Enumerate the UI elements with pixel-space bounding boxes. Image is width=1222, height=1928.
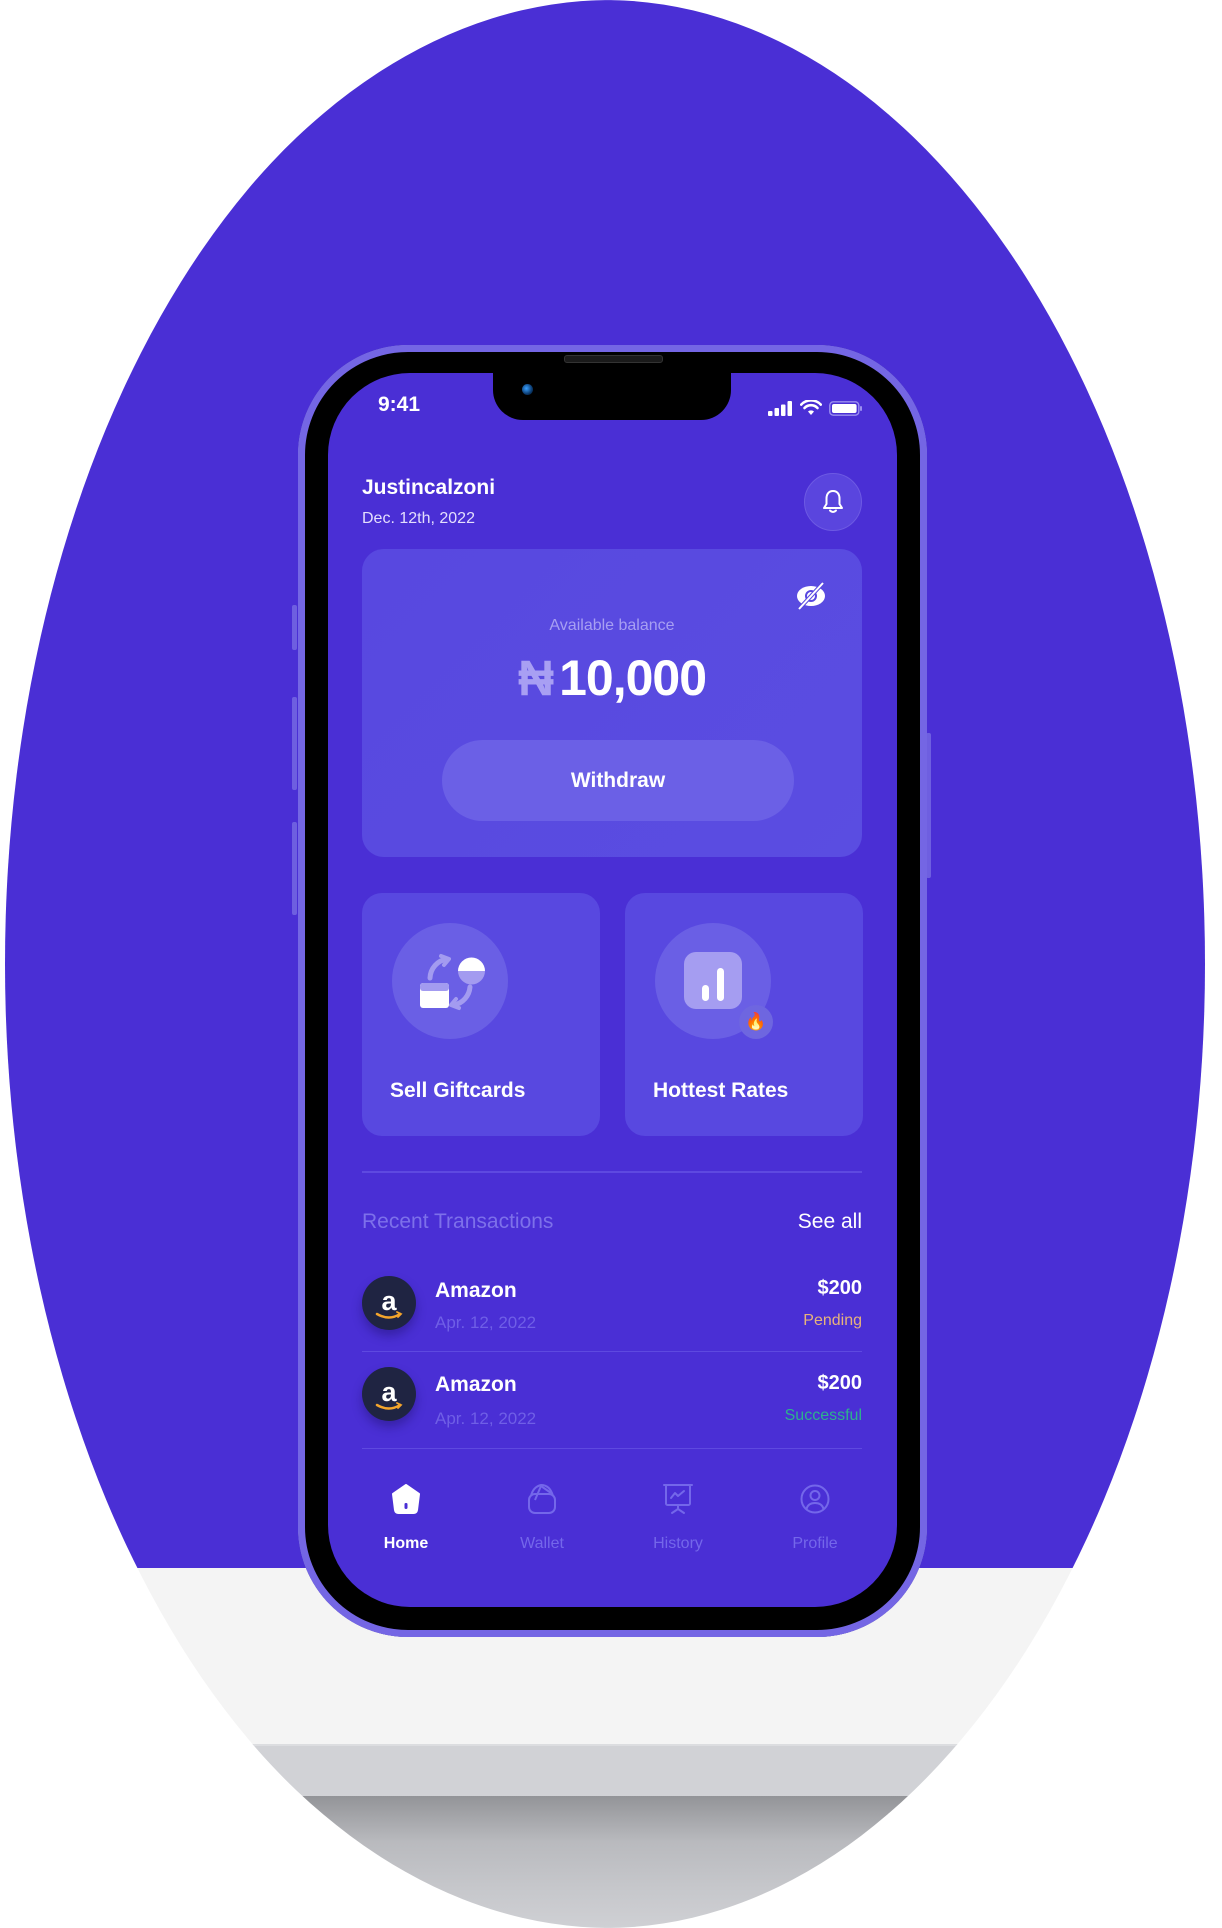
transaction-merchant: Amazon [435,1279,517,1302]
history-chart-icon [663,1484,693,1514]
hottest-rates-label: Hottest Rates [653,1079,789,1102]
phone-notch [493,373,731,420]
currency-symbol: ₦ [517,650,554,706]
nav-divider [362,1448,862,1449]
notifications-button[interactable] [804,473,862,531]
svg-text:a: a [381,1286,397,1316]
battery-icon [829,400,862,416]
hottest-rates-tile[interactable]: 🔥 Hottest Rates [625,893,863,1136]
transaction-date: Apr. 12, 2022 [435,1313,537,1332]
svg-text:a: a [381,1377,397,1407]
withdraw-button[interactable]: Withdraw [442,740,794,821]
bell-icon [823,490,843,513]
amazon-logo-icon: a [375,1286,403,1319]
toggle-balance-visibility-button[interactable] [794,579,828,613]
phone-volume-down-button [292,822,297,915]
eye-slash-icon [797,581,825,611]
balance-card: Available balance ₦ 10,000 Withdraw [362,549,862,857]
wallet-icon [528,1483,556,1514]
transaction-divider [362,1351,862,1352]
status-time: 9:41 [378,393,421,416]
transaction-status-successful: Successful [784,1407,862,1424]
signal-icon [768,400,792,416]
sell-giftcards-label: Sell Giftcards [390,1079,526,1102]
nav-history-label: History [653,1535,703,1552]
balance-amount: ₦ 10,000 [362,649,862,707]
current-date: Dec. 12th, 2022 [362,510,475,527]
transaction-amount: $200 [817,1372,863,1394]
nav-profile[interactable]: Profile [755,1483,875,1573]
merchant-avatar: a [362,1367,416,1421]
profile-icon [800,1484,830,1514]
nav-profile-label: Profile [792,1535,838,1552]
phone-camera [522,384,533,395]
wifi-icon [800,400,822,415]
giftcard-icon-circle [392,923,508,1039]
transaction-date: Apr. 12, 2022 [435,1409,537,1428]
available-balance-label: Available balance [549,617,675,634]
nav-home-label: Home [383,1535,429,1552]
transaction-amount: $200 [817,1277,863,1299]
nav-wallet[interactable]: Wallet [482,1483,602,1573]
transaction-merchant: Amazon [435,1373,517,1396]
transaction-status-pending: Pending [803,1312,862,1329]
recent-transactions-title: Recent Transactions [362,1210,554,1233]
phone-silent-switch [292,605,297,650]
background-table-edge [5,1744,1205,1796]
background-shadow [5,1796,1205,1928]
section-divider [362,1171,862,1173]
see-all-link[interactable]: See all [798,1210,862,1234]
phone-screen: 9:41 Justincalzoni Dec. 12th, 2022 Avail… [328,373,897,1607]
amazon-logo-icon: a [375,1377,403,1410]
phone-volume-up-button [292,697,297,790]
username: Justincalzoni [362,476,496,499]
nav-home[interactable]: Home [346,1483,466,1573]
status-icons [768,398,863,418]
nav-history[interactable]: History [618,1483,738,1573]
nav-wallet-label: Wallet [520,1535,564,1552]
balance-value: 10,000 [559,650,707,706]
phone-speaker [564,355,663,363]
sell-giftcards-tile[interactable]: Sell Giftcards [362,893,600,1136]
fire-badge: 🔥 [739,1005,773,1039]
home-icon [392,1484,420,1514]
giftcard-exchange-icon [420,954,485,1010]
merchant-avatar: a [362,1276,416,1330]
